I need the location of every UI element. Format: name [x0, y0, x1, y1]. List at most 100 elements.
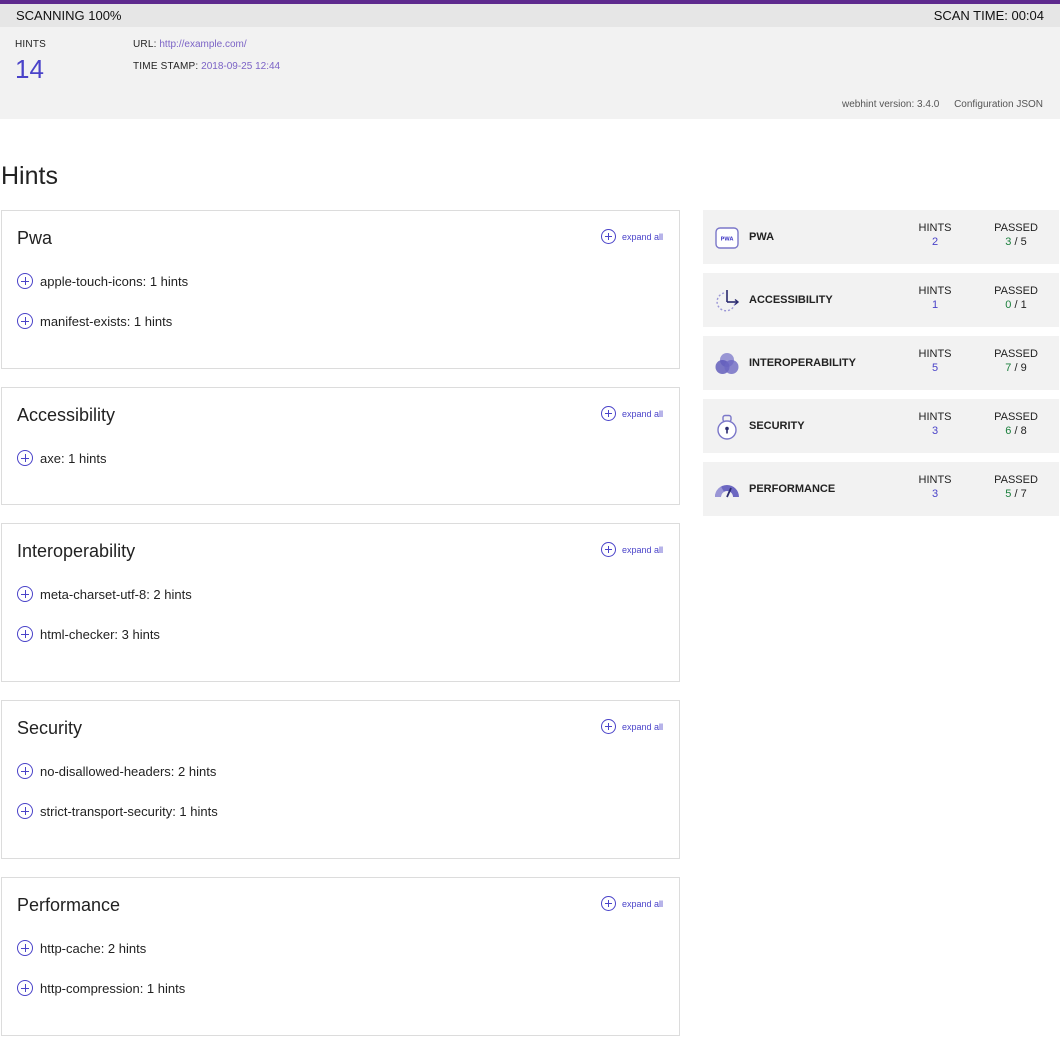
- category-pwa: Pwa expand all apple-touch-icons: 1 hint…: [1, 210, 680, 369]
- expand-all-label: expand all: [621, 408, 663, 419]
- scan-status: SCANNING 100%: [16, 8, 122, 23]
- scan-summary-header: HINTS 14 URL: http://example.com/ TIME S…: [0, 27, 1060, 119]
- timestamp-row: TIME STAMP: 2018-09-25 12:44: [133, 61, 280, 72]
- hints-value: 3: [931, 488, 939, 500]
- hint-label: html-checker: 3 hints: [40, 626, 160, 642]
- total-hints-count: 14: [15, 54, 44, 84]
- page-title: Hints: [1, 162, 58, 190]
- plus-circle-icon: [600, 896, 616, 911]
- category-summary: PWA PWA HINTS 2 PASSED 3 / 5 ACCESSIBILI…: [703, 210, 1059, 525]
- expand-all-button[interactable]: expand all: [600, 719, 663, 734]
- hint-item[interactable]: meta-charset-utf-8: 2 hints: [17, 586, 192, 602]
- category-title: Performance: [17, 895, 121, 915]
- total-hints-label: HINTS: [15, 39, 46, 50]
- summary-hints: HINTS 3: [903, 411, 967, 437]
- hints-value: 5: [931, 362, 939, 374]
- url-link[interactable]: http://example.com/: [159, 39, 246, 50]
- timestamp-label: TIME STAMP:: [133, 61, 199, 72]
- summary-row-performance[interactable]: PERFORMANCE HINTS 3 PASSED 5 / 7: [703, 462, 1059, 516]
- hint-label: meta-charset-utf-8: 2 hints: [40, 586, 192, 602]
- summary-row-interoperability[interactable]: INTEROPERABILITY HINTS 5 PASSED 7 / 9: [703, 336, 1059, 390]
- hints-label: HINTS: [918, 474, 952, 486]
- hint-item[interactable]: html-checker: 3 hints: [17, 626, 160, 642]
- hint-item[interactable]: http-compression: 1 hints: [17, 980, 185, 996]
- scan-meta: URL: http://example.com/ TIME STAMP: 201…: [133, 39, 280, 83]
- summary-name: PWA: [749, 231, 775, 243]
- summary-passed: PASSED 6 / 8: [981, 411, 1051, 437]
- passed-value: 6 / 8: [1005, 425, 1027, 437]
- passed-total: 8: [1020, 425, 1027, 437]
- category-title: Pwa: [17, 228, 53, 248]
- expand-all-button[interactable]: expand all: [600, 542, 663, 557]
- plus-circle-icon: [17, 940, 33, 956]
- passed-total: 1: [1020, 299, 1027, 311]
- passed-value: 0 / 1: [1005, 299, 1027, 311]
- header-footer: webhint version: 3.4.0 Configuration JSO…: [830, 99, 1043, 110]
- timestamp-value: 2018-09-25 12:44: [201, 61, 281, 72]
- performance-icon: [715, 485, 739, 498]
- plus-circle-icon: [17, 313, 33, 329]
- passed-total: 5: [1020, 236, 1027, 248]
- hints-value: 1: [931, 299, 939, 311]
- summary-name: ACCESSIBILITY: [749, 294, 833, 306]
- summary-name: SECURITY: [749, 420, 805, 432]
- plus-circle-icon: [600, 229, 616, 244]
- url-label: URL:: [133, 39, 157, 50]
- expand-all-label: expand all: [621, 231, 663, 242]
- summary-hints: HINTS 1: [903, 285, 967, 311]
- configuration-json-link[interactable]: Configuration JSON: [954, 99, 1043, 110]
- summary-hints: HINTS 3: [903, 474, 967, 500]
- plus-circle-icon: [17, 626, 33, 642]
- summary-passed: PASSED 0 / 1: [981, 285, 1051, 311]
- svg-text:PWA: PWA: [721, 237, 734, 243]
- security-icon: [717, 414, 737, 440]
- passed-label: PASSED: [994, 222, 1038, 234]
- url-row: URL: http://example.com/: [133, 39, 280, 50]
- passed-label: PASSED: [994, 411, 1038, 423]
- hint-item[interactable]: strict-transport-security: 1 hints: [17, 803, 218, 819]
- passed-total: 9: [1020, 362, 1027, 374]
- summary-row-pwa[interactable]: PWA PWA HINTS 2 PASSED 3 / 5: [703, 210, 1059, 264]
- plus-circle-icon: [17, 586, 33, 602]
- passed-value: 5 / 7: [1005, 488, 1027, 500]
- hints-value: 3: [931, 425, 939, 437]
- expand-all-button[interactable]: expand all: [600, 229, 663, 244]
- passed-value: 7 / 9: [1005, 362, 1027, 374]
- summary-name: PERFORMANCE: [749, 483, 836, 495]
- hint-item[interactable]: no-disallowed-headers: 2 hints: [17, 763, 216, 779]
- summary-hints: HINTS 5: [903, 348, 967, 374]
- category-accessibility: Accessibility expand all axe: 1 hints: [1, 387, 680, 505]
- hint-item[interactable]: http-cache: 2 hints: [17, 940, 146, 956]
- hint-item[interactable]: axe: 1 hints: [17, 450, 107, 466]
- category-list: Pwa expand all apple-touch-icons: 1 hint…: [1, 210, 680, 1054]
- hints-label: HINTS: [918, 285, 952, 297]
- expand-all-button[interactable]: expand all: [600, 896, 663, 911]
- summary-passed: PASSED 7 / 9: [981, 348, 1051, 374]
- passed-label: PASSED: [994, 285, 1038, 297]
- hint-label: apple-touch-icons: 1 hints: [40, 273, 189, 289]
- summary-passed: PASSED 3 / 5: [981, 222, 1051, 248]
- category-title: Security: [17, 718, 83, 738]
- hints-label: HINTS: [918, 348, 952, 360]
- plus-circle-icon: [600, 542, 616, 557]
- expand-all-label: expand all: [621, 898, 663, 909]
- hint-label: manifest-exists: 1 hints: [40, 313, 173, 329]
- hint-label: http-compression: 1 hints: [40, 980, 186, 996]
- summary-row-security[interactable]: SECURITY HINTS 3 PASSED 6 / 8: [703, 399, 1059, 453]
- total-hints: HINTS 14: [15, 39, 46, 85]
- plus-circle-icon: [17, 763, 33, 779]
- interoperability-icon: [715, 353, 739, 374]
- expand-all-button[interactable]: expand all: [600, 406, 663, 421]
- hint-item[interactable]: manifest-exists: 1 hints: [17, 313, 172, 329]
- passed-label: PASSED: [994, 474, 1038, 486]
- pwa-icon: PWA: [715, 227, 739, 249]
- category-interoperability: Interoperability expand all meta-charset…: [1, 523, 680, 682]
- hint-item[interactable]: apple-touch-icons: 1 hints: [17, 273, 188, 289]
- category-performance: Performance expand all http-cache: 2 hin…: [1, 877, 680, 1036]
- category-security: Security expand all no-disallowed-header…: [1, 700, 680, 859]
- expand-all-label: expand all: [621, 544, 663, 555]
- scan-status-bar: SCANNING 100% SCAN TIME: 00:04: [0, 4, 1060, 27]
- summary-row-accessibility[interactable]: ACCESSIBILITY HINTS 1 PASSED 0 / 1: [703, 273, 1059, 327]
- category-title: Interoperability: [17, 541, 136, 561]
- scan-time: SCAN TIME: 00:04: [933, 8, 1044, 23]
